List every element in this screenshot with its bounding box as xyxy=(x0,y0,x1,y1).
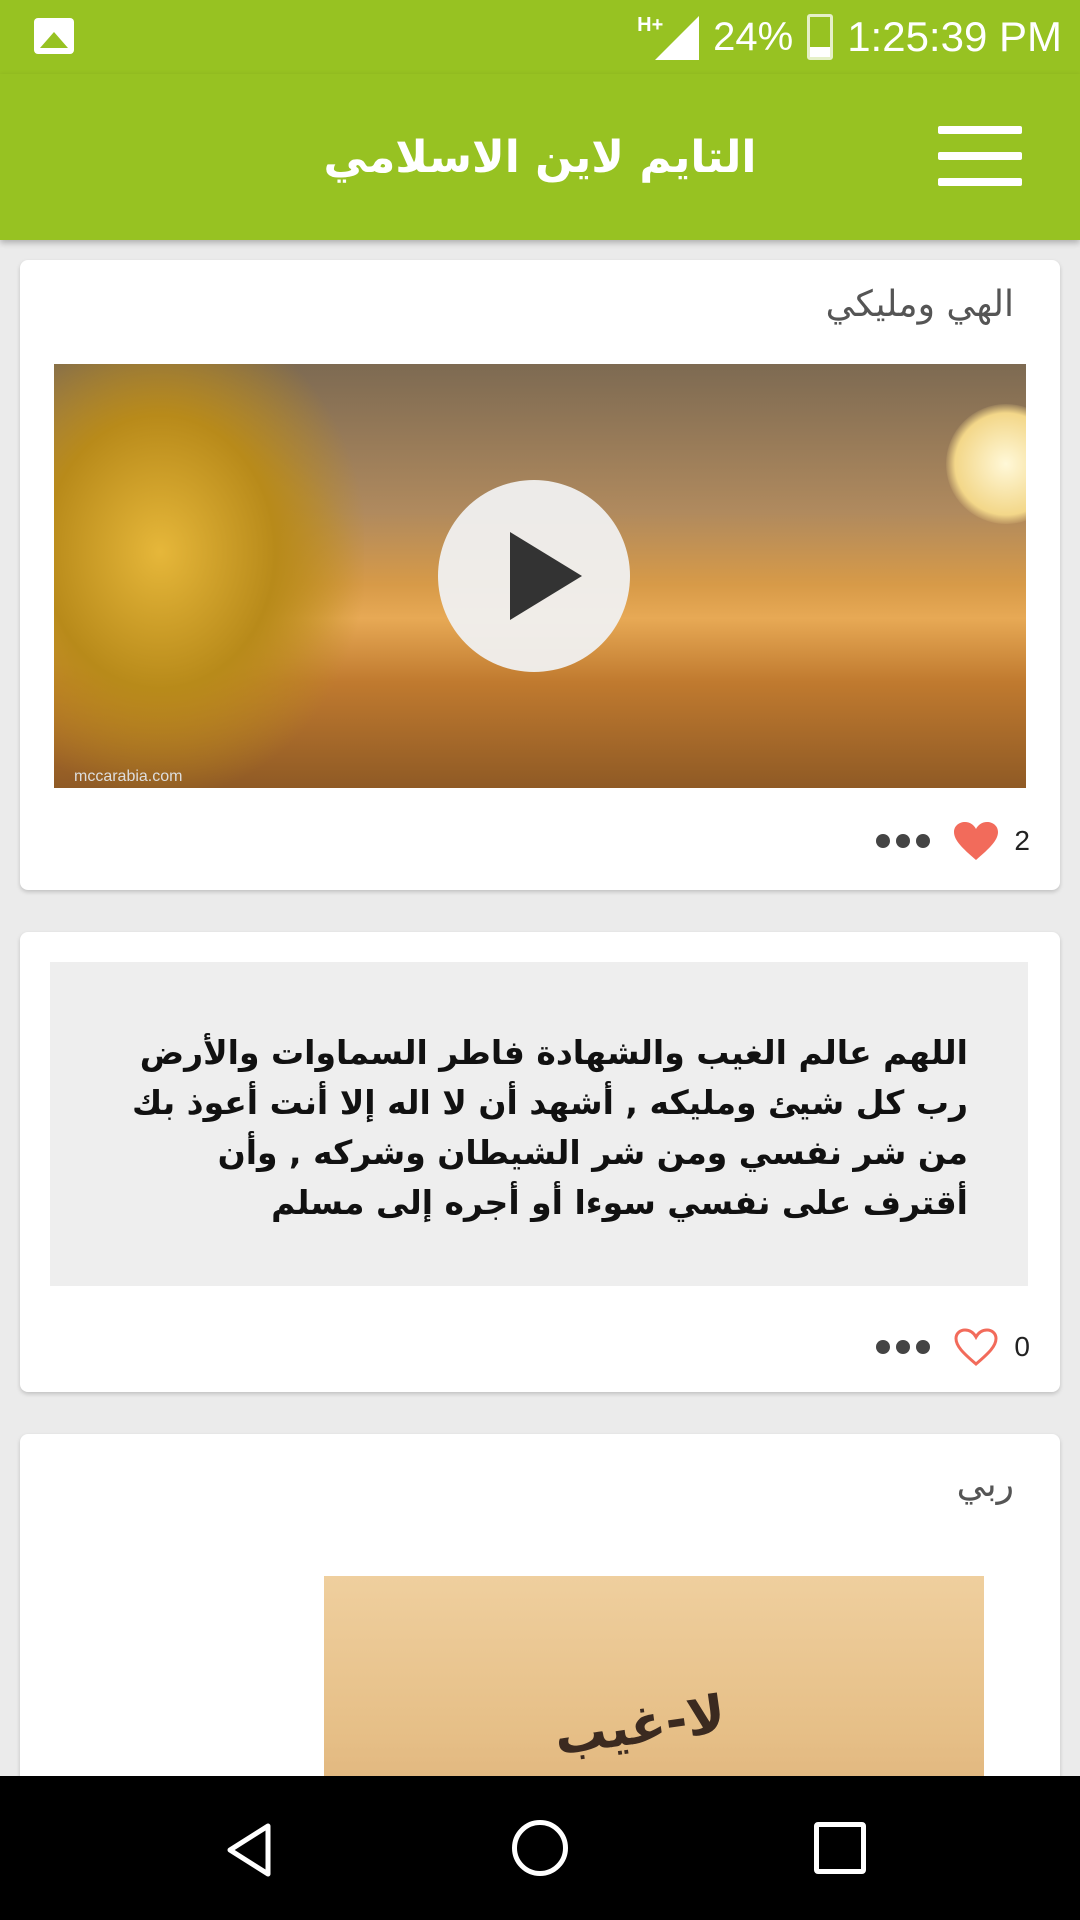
status-bar: H+ 24% 1:25:39 PM xyxy=(0,0,1080,74)
video-thumbnail[interactable]: mccarabia.com xyxy=(54,364,1026,788)
app-bar: التايم لاين الاسلامي xyxy=(0,74,1080,240)
clock: 1:25:39 PM xyxy=(847,13,1062,60)
battery-level xyxy=(810,47,831,57)
navigation-bar xyxy=(0,1776,1080,1920)
more-options-icon[interactable] xyxy=(876,1340,931,1354)
post-title: ربي xyxy=(956,1464,1014,1505)
home-circle-icon[interactable] xyxy=(512,1820,568,1876)
thumbnail-watermark: mccarabia.com xyxy=(74,768,183,785)
post-text: اللهم عالم الغيب والشهادة فاطر السماوات … xyxy=(132,1033,968,1222)
app-title: التايم لاين الاسلامي xyxy=(323,131,757,183)
post-actions: 2 xyxy=(876,820,1030,862)
status-right: H+ 24% 1:25:39 PM xyxy=(629,8,1062,66)
signal-icon: H+ xyxy=(629,12,700,62)
feed-card-image[interactable]: ربي لا-غيب xyxy=(20,1434,1060,1834)
more-options-icon[interactable] xyxy=(876,834,931,848)
heart-outline-icon[interactable] xyxy=(952,1326,1000,1368)
recents-square-icon[interactable] xyxy=(814,1822,866,1874)
hamburger-menu-icon[interactable] xyxy=(938,126,1022,186)
post-title: الهي ومليكي xyxy=(825,284,1014,325)
feed-card-text[interactable]: اللهم عالم الغيب والشهادة فاطر السماوات … xyxy=(20,932,1060,1392)
play-icon[interactable] xyxy=(438,480,630,672)
image-calligraphy: لا-غيب xyxy=(550,1684,730,1768)
battery-icon xyxy=(807,14,834,60)
like-count: 0 xyxy=(1014,1331,1030,1362)
heart-filled-icon[interactable] xyxy=(952,820,1000,862)
back-triangle-icon[interactable] xyxy=(220,1820,280,1880)
like-count: 2 xyxy=(1014,825,1030,856)
quote-box: اللهم عالم الغيب والشهادة فاطر السماوات … xyxy=(50,962,1028,1286)
feed-card-video[interactable]: الهي ومليكي mccarabia.com 2 xyxy=(20,260,1060,890)
post-actions: 0 xyxy=(876,1326,1030,1368)
gallery-icon xyxy=(34,18,74,54)
battery-percent: 24% xyxy=(713,14,794,59)
